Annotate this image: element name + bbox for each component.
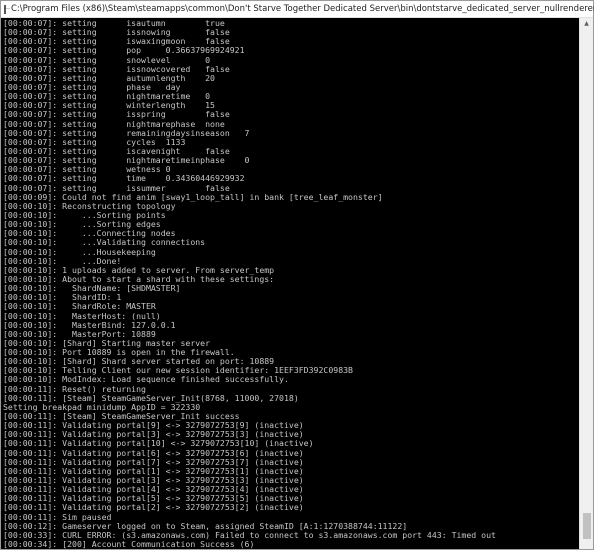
scroll-up-arrow-icon[interactable]: ▲ (580, 18, 593, 30)
scroll-thumb[interactable] (583, 513, 591, 539)
window-title: C:\Program Files (x86)\Steam\steamapps\c… (11, 4, 594, 14)
console-output[interactable]: [00:00:07]: setting isautumn true [00:00:… (1, 18, 579, 549)
console-app-icon (4, 4, 10, 14)
console-line: [00:00:34]: [200] Account Communication … (3, 539, 255, 549)
title-bar[interactable]: C:\Program Files (x86)\Steam\steamapps\c… (1, 1, 594, 18)
console-window: C:\Program Files (x86)\Steam\steamapps\c… (0, 0, 594, 550)
vertical-scrollbar[interactable]: ▲ (579, 18, 593, 549)
